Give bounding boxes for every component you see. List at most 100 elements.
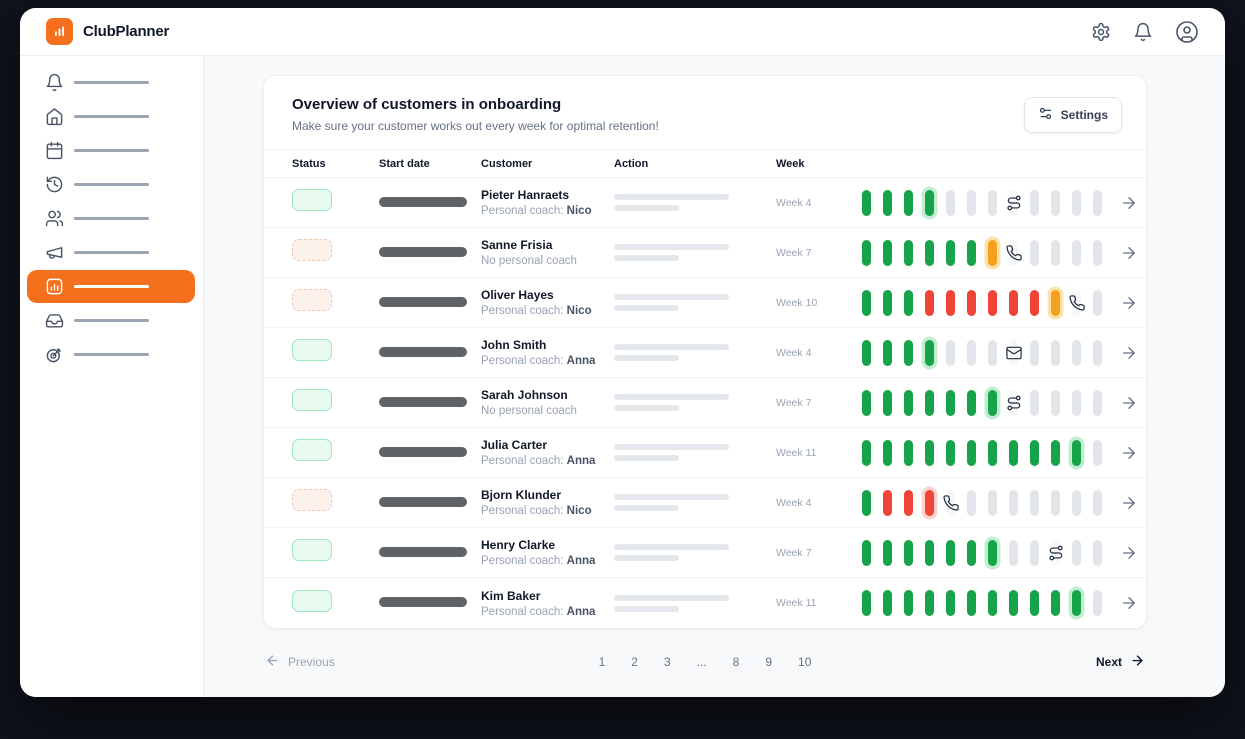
action-cell: [614, 194, 776, 211]
action-placeholder: [614, 294, 729, 300]
brand[interactable]: ClubPlanner: [46, 18, 169, 45]
page-number[interactable]: 8: [733, 655, 740, 669]
week-pill-inactive: [988, 340, 997, 366]
table-row: Pieter HanraetsPersonal coach: NicoWeek …: [264, 178, 1146, 228]
week-pill-red: [946, 290, 955, 316]
page-number[interactable]: 1: [599, 655, 606, 669]
sidebar-item-2[interactable]: [27, 134, 195, 167]
table-row: Oliver HayesPersonal coach: NicoWeek 10: [264, 278, 1146, 328]
row-detail-arrow-icon[interactable]: [1112, 594, 1146, 612]
next-button[interactable]: Next: [1096, 653, 1145, 671]
history-icon: [45, 175, 64, 194]
sidebar-item-6-active[interactable]: [27, 270, 195, 303]
route-icon[interactable]: [1005, 194, 1022, 211]
row-detail-arrow-icon[interactable]: [1112, 494, 1146, 512]
card-header-text: Overview of customers in onboarding Make…: [292, 96, 659, 133]
sliders-icon: [1038, 106, 1053, 124]
customer-coach: No personal coach: [481, 405, 614, 417]
row-detail-arrow-icon[interactable]: [1112, 194, 1146, 212]
row-detail-arrow-icon[interactable]: [1112, 244, 1146, 262]
customer-cell: Sarah JohnsonNo personal coach: [481, 388, 614, 417]
week-pill-green: [904, 590, 913, 616]
settings-button[interactable]: Settings: [1024, 97, 1122, 133]
week-action-slot: [946, 490, 955, 516]
pagination: Previous 123...8910 Next: [263, 629, 1147, 671]
week-pill-green: [904, 190, 913, 216]
page-number[interactable]: 9: [765, 655, 772, 669]
customer-name: Sanne Frisia: [481, 238, 614, 252]
route-icon[interactable]: [1047, 544, 1064, 561]
week-label: Week 4: [776, 347, 862, 359]
week-pill-green: [862, 390, 871, 416]
customer-cell: Henry ClarkePersonal coach: Anna: [481, 538, 614, 567]
col-action: Action: [614, 158, 776, 170]
row-detail-arrow-icon[interactable]: [1112, 394, 1146, 412]
status-badge-green: [292, 339, 332, 361]
body: Overview of customers in onboarding Make…: [20, 56, 1225, 697]
week-pill-red: [1009, 290, 1018, 316]
week-pill-green: [862, 440, 871, 466]
customer-name: John Smith: [481, 338, 614, 352]
sidebar-item-placeholder: [74, 81, 149, 84]
customer-name: Henry Clarke: [481, 538, 614, 552]
customer-coach: Personal coach: Nico: [481, 505, 614, 517]
week-pill-inactive: [1093, 240, 1102, 266]
customer-name: Kim Baker: [481, 589, 614, 603]
customer-name: Julia Carter: [481, 438, 614, 452]
bell-icon[interactable]: [1133, 22, 1153, 42]
row-detail-arrow-icon[interactable]: [1112, 444, 1146, 462]
start-date-placeholder: [379, 347, 467, 357]
sidebar-item-1[interactable]: [27, 100, 195, 133]
avatar-icon[interactable]: [1175, 20, 1199, 44]
sidebar-item-8[interactable]: [27, 338, 195, 371]
start-date-placeholder: [379, 397, 467, 407]
week-progress: [862, 390, 1112, 416]
route-icon[interactable]: [1005, 394, 1022, 411]
sidebar-item-3[interactable]: [27, 168, 195, 201]
previous-button[interactable]: Previous: [265, 653, 335, 671]
gear-icon[interactable]: [1091, 22, 1111, 42]
phone-icon[interactable]: [942, 494, 959, 511]
customer-coach: Personal coach: Anna: [481, 355, 614, 367]
start-date-placeholder: [379, 297, 467, 307]
page-number[interactable]: 2: [631, 655, 638, 669]
page-number[interactable]: 3: [664, 655, 671, 669]
sidebar-item-5[interactable]: [27, 236, 195, 269]
phone-icon[interactable]: [1005, 244, 1022, 261]
week-pill-green: [1051, 590, 1060, 616]
week-pill-inactive: [1051, 390, 1060, 416]
week-pill-green: [862, 540, 871, 566]
week-pill-green: [925, 540, 934, 566]
action-placeholder: [614, 555, 679, 561]
customer-coach: Personal coach: Anna: [481, 455, 614, 467]
week-pill-green: [1030, 440, 1039, 466]
week-progress: [862, 340, 1112, 366]
week-progress: [862, 540, 1112, 566]
row-detail-arrow-icon[interactable]: [1112, 344, 1146, 362]
row-detail-arrow-icon[interactable]: [1112, 294, 1146, 312]
page-number[interactable]: 10: [798, 655, 811, 669]
phone-icon[interactable]: [1068, 294, 1085, 311]
week-action-slot: [1072, 290, 1081, 316]
customer-cell: Kim BakerPersonal coach: Anna: [481, 589, 614, 618]
sidebar-item-placeholder: [74, 251, 149, 254]
action-placeholder: [614, 505, 679, 511]
week-pill-green: [925, 440, 934, 466]
customer-cell: Oliver HayesPersonal coach: Nico: [481, 288, 614, 317]
week-pill-inactive: [1072, 490, 1081, 516]
week-pill-green: [1030, 590, 1039, 616]
sidebar-item-7[interactable]: [27, 304, 195, 337]
week-label: Week 4: [776, 197, 862, 209]
card-header: Overview of customers in onboarding Make…: [264, 76, 1146, 149]
start-date-placeholder: [379, 497, 467, 507]
start-date-placeholder: [379, 447, 467, 457]
table-row: Julia CarterPersonal coach: AnnaWeek 11: [264, 428, 1146, 478]
sidebar-item-0[interactable]: [27, 66, 195, 99]
week-action-slot: [1009, 390, 1018, 416]
week-action-slot: [1051, 540, 1060, 566]
page-subtitle: Make sure your customer works out every …: [292, 119, 659, 133]
sidebar-item-4[interactable]: [27, 202, 195, 235]
mail-icon[interactable]: [1005, 344, 1022, 361]
action-placeholder: [614, 606, 679, 612]
row-detail-arrow-icon[interactable]: [1112, 544, 1146, 562]
